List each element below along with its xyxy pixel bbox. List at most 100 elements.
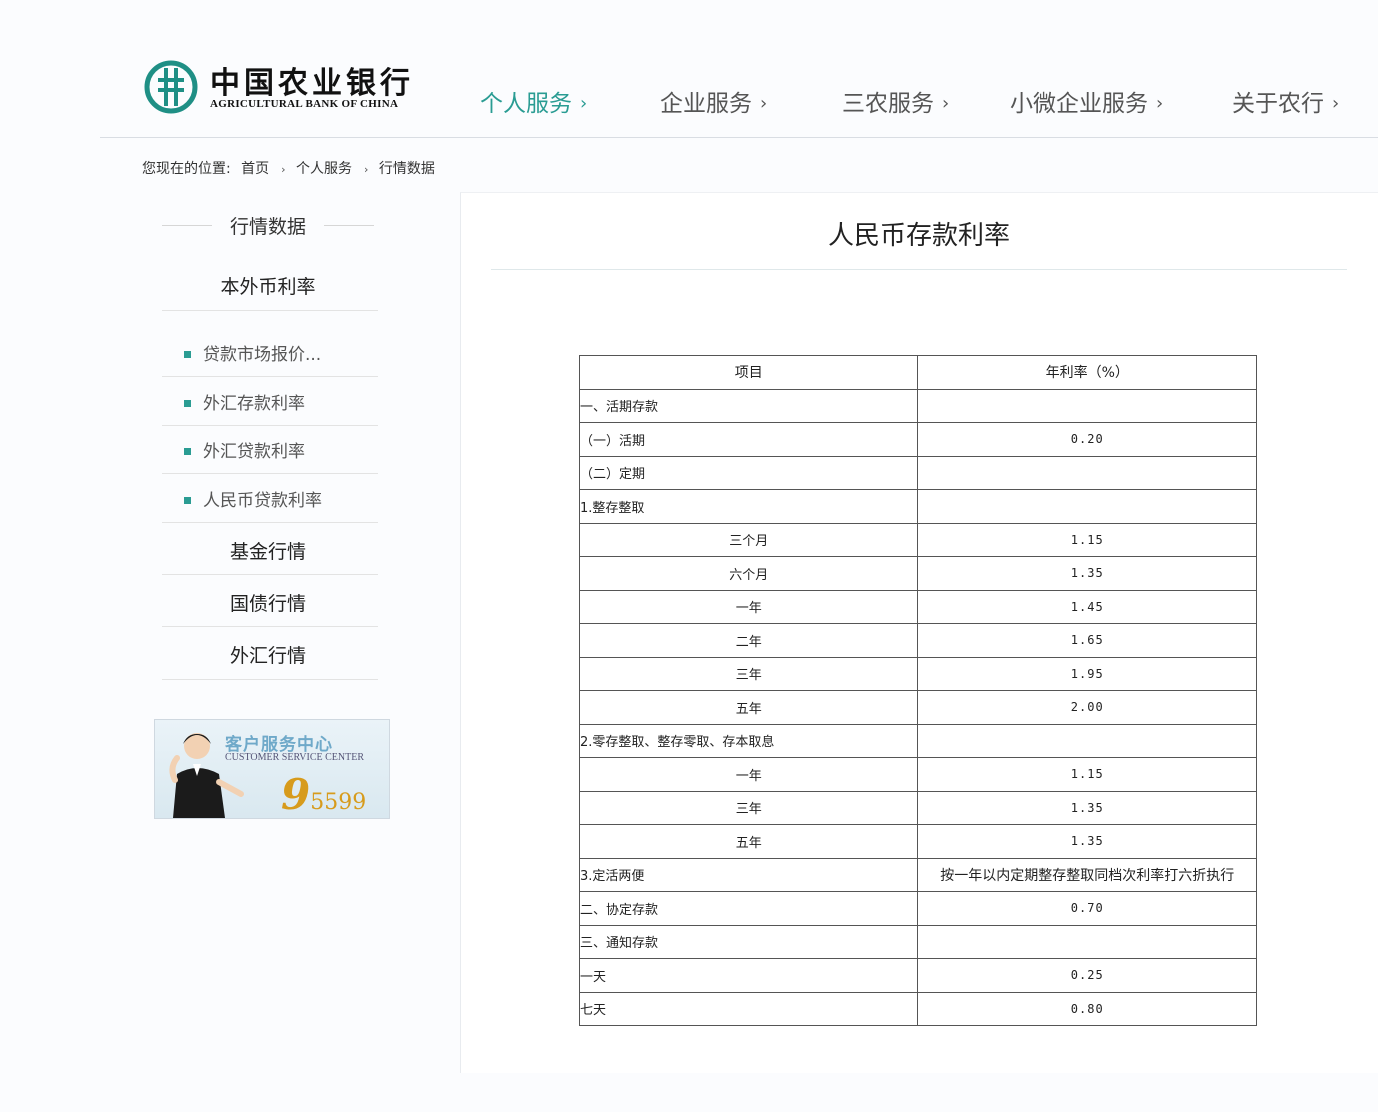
abc-emblem-icon: [144, 60, 198, 114]
rate-cell: 0.25: [917, 958, 1257, 993]
table-header-row: 项目 年利率（%）: [578, 355, 1257, 390]
table-row: 七天 0.80: [578, 991, 1257, 1026]
breadcrumb-separator: ›: [281, 163, 286, 176]
item-cell: 三个月: [578, 522, 919, 557]
table-row: 三年 1.95: [578, 656, 1257, 691]
breadcrumb-separator: ›: [364, 163, 369, 176]
rate-cell: 1.35: [917, 824, 1257, 859]
sidebar-title: 行情数据: [158, 212, 378, 239]
item-cell: 二年: [578, 623, 919, 658]
rate-cell: 1.95: [917, 656, 1257, 691]
chevron-right-icon: ›: [942, 93, 950, 114]
rate-cell: [917, 388, 1257, 423]
divider: [162, 425, 378, 426]
breadcrumb: 您现在的位置: 首页 › 个人服务 › 行情数据: [142, 158, 441, 178]
nav-label: 个人服务: [480, 91, 572, 117]
sidebar-item-fx-deposit-rates[interactable]: 外汇存款利率: [184, 389, 305, 414]
rate-cell: 1.65: [917, 623, 1257, 658]
hotline-number: 95599: [281, 770, 367, 819]
sidebar-item-forex[interactable]: 外汇行情: [158, 641, 378, 668]
chevron-right-icon: ›: [760, 93, 768, 114]
rate-cell: 1.45: [917, 589, 1257, 624]
sidebar-item-rmb-loan-rates[interactable]: 人民币贷款利率: [184, 486, 322, 511]
item-cell: 五年: [578, 690, 919, 725]
content-panel: 人民币存款利率 项目 年利率（%） 一、活期存款 （一）活期 0.20 （二）定期…: [460, 192, 1378, 1073]
nav-label: 三农服务: [842, 91, 934, 117]
table-row: 一年 1.45: [578, 589, 1257, 624]
item-cell: （二）定期: [578, 455, 919, 490]
sidebar-item-funds[interactable]: 基金行情: [158, 537, 378, 564]
item-cell: 三年: [578, 656, 919, 691]
rate-cell: 2.00: [917, 690, 1257, 725]
item-cell: 一天: [578, 958, 919, 993]
nav-about[interactable]: 关于农行 ›: [1232, 84, 1339, 118]
divider: [162, 473, 378, 474]
rate-cell: [917, 489, 1257, 524]
rate-cell: 0.70: [917, 891, 1257, 926]
divider: [162, 574, 378, 575]
breadcrumb-personal-link[interactable]: 个人服务: [296, 161, 352, 177]
table-row: 三个月 1.15: [578, 522, 1257, 557]
nav-business-services[interactable]: 企业服务 ›: [660, 84, 767, 118]
breadcrumb-current[interactable]: 行情数据: [379, 161, 435, 177]
rate-cell: [917, 723, 1257, 758]
sidebar-item-label: 外汇贷款利率: [203, 442, 305, 462]
table-row: （二）定期: [578, 455, 1257, 490]
nav-rural-services[interactable]: 三农服务 ›: [842, 84, 949, 118]
table-row: （一）活期 0.20: [578, 422, 1257, 457]
rate-cell: 1.15: [917, 522, 1257, 557]
bullet-icon: [184, 351, 191, 358]
table-row: 一年 1.15: [578, 757, 1257, 792]
nav-label: 企业服务: [660, 91, 752, 117]
table-row: 二年 1.65: [578, 623, 1257, 658]
sidebar-subtitle[interactable]: 本外币利率: [158, 272, 378, 299]
breadcrumb-home-link[interactable]: 首页: [241, 161, 269, 177]
sidebar-item-bonds[interactable]: 国债行情: [158, 589, 378, 616]
banner-subtitle: CUSTOMER SERVICE CENTER: [225, 752, 365, 763]
column-header-rate: 年利率（%）: [917, 355, 1257, 390]
rate-cell: 0.80: [917, 991, 1257, 1026]
column-header-item: 项目: [578, 355, 919, 390]
hotline-number-big: 9: [281, 770, 311, 819]
rate-cell: 1.35: [917, 790, 1257, 825]
rate-cell: 1.35: [917, 556, 1257, 591]
bullet-icon: [184, 497, 191, 504]
hotline-number-small: 5599: [310, 790, 367, 815]
item-cell: 一、活期存款: [578, 388, 919, 423]
item-cell: 六个月: [578, 556, 919, 591]
table-row: 一、活期存款: [578, 388, 1257, 423]
table-row: 二、协定存款 0.70: [578, 891, 1257, 926]
table-row: 1.整存整取: [578, 489, 1257, 524]
table-row: 三年 1.35: [578, 790, 1257, 825]
rate-cell: 0.20: [917, 422, 1257, 457]
sidebar-item-label: 人民币贷款利率: [203, 491, 322, 511]
nav-label: 关于农行: [1232, 91, 1324, 117]
sidebar-item-fx-loan-rates[interactable]: 外汇贷款利率: [184, 437, 305, 462]
rate-cell: 1.15: [917, 757, 1257, 792]
page: 中国农业银行 AGRICULTURAL BANK OF CHINA 个人服务 › …: [0, 0, 1378, 1112]
header-divider: [100, 137, 1378, 138]
bullet-icon: [184, 400, 191, 407]
rate-cell: 按一年以内定期整存整取同档次利率打六折执行: [917, 857, 1257, 892]
table-row: 六个月 1.35: [578, 556, 1257, 591]
bank-name-cn: 中国农业银行: [210, 66, 414, 101]
customer-service-banner[interactable]: 客户服务中心 CUSTOMER SERVICE CENTER 95599: [154, 719, 390, 819]
page-title: 人民币存款利率: [827, 221, 1010, 251]
divider: [162, 310, 378, 311]
item-cell: 三、通知存款: [578, 924, 919, 959]
chevron-right-icon: ›: [1156, 93, 1164, 114]
table-row: 三、通知存款: [578, 924, 1257, 959]
title-divider: [491, 269, 1347, 270]
bank-logo[interactable]: 中国农业银行 AGRICULTURAL BANK OF CHINA: [144, 58, 434, 118]
nav-label: 小微企业服务: [1010, 91, 1148, 117]
divider: [162, 679, 378, 680]
item-cell: 七天: [578, 991, 919, 1026]
sidebar-item-lpr[interactable]: 贷款市场报价...: [184, 340, 321, 365]
chevron-right-icon: ›: [1332, 93, 1340, 114]
nav-personal-services[interactable]: 个人服务 ›: [480, 84, 587, 118]
nav-small-business-services[interactable]: 小微企业服务 ›: [1010, 84, 1163, 118]
table-row: 五年 2.00: [578, 690, 1257, 725]
deposit-rates-table: 项目 年利率（%） 一、活期存款 （一）活期 0.20 （二）定期 1.整存整取 …: [578, 355, 1257, 1026]
rate-cell: [917, 924, 1257, 959]
divider: [162, 376, 378, 377]
